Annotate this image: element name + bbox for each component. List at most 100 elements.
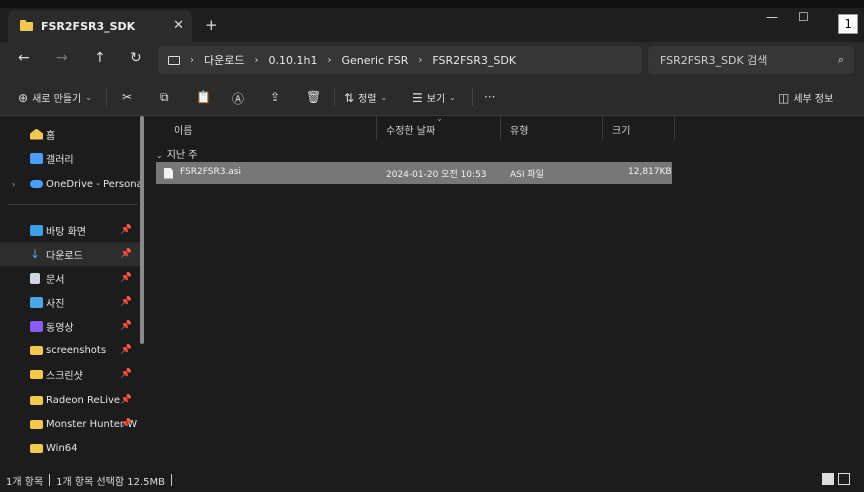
desktop-icon	[30, 224, 43, 236]
pin-icon: 📌	[120, 273, 132, 283]
copy-icon[interactable]: ⧉	[160, 90, 169, 105]
sidebar-item-pictures[interactable]: 사진 📌	[0, 290, 140, 314]
folder-icon	[20, 19, 33, 31]
pin-icon: 📌	[120, 321, 132, 331]
folder-icon	[30, 369, 43, 379]
search-placeholder: FSR2FSR3_SDK 검색	[660, 54, 768, 67]
column-modified[interactable]: 수정한 날짜	[386, 122, 435, 137]
sidebar-item-documents[interactable]: 문서 📌	[0, 266, 140, 290]
minimize-button[interactable]: —	[766, 10, 778, 24]
status-bar: 1개 항목 1개 항목 선택함 12.5MB	[0, 468, 864, 492]
column-divider[interactable]	[602, 116, 603, 140]
chevron-down-icon: ⌄	[156, 151, 163, 160]
tiles-view-icon[interactable]	[838, 473, 850, 485]
column-type[interactable]: 유형	[510, 122, 528, 137]
refresh-button[interactable]: ↻	[130, 50, 142, 66]
pin-icon: 📌	[120, 395, 132, 405]
sidebar-item-label: Win64	[46, 442, 78, 454]
cloud-icon	[30, 180, 43, 188]
status-divider	[49, 474, 51, 486]
sidebar-item-label: 스크린샷	[46, 370, 83, 382]
divider	[106, 88, 107, 106]
close-tab-icon[interactable]: ✕	[173, 18, 184, 33]
column-divider[interactable]	[674, 116, 675, 140]
sort-icon: ⇅	[344, 90, 355, 105]
sidebar-item-onedrive[interactable]: › OneDrive - Personal	[0, 172, 140, 196]
table-row[interactable]: FSR2FSR3.asi 2024-01-20 오전 10:53 ASI 파일 …	[156, 162, 672, 184]
sidebar-item-win64[interactable]: Win64	[0, 436, 140, 460]
sidebar-item-label: OneDrive - Personal	[46, 178, 140, 190]
sidebar-item-label: screenshots	[46, 344, 107, 356]
column-divider[interactable]	[500, 116, 501, 140]
file-name: FSR2FSR3.asi	[180, 167, 241, 177]
chevron-right-icon: ›	[418, 54, 423, 66]
sidebar-item-gallery[interactable]: 갤러리	[0, 146, 140, 170]
chevron-right-icon[interactable]: ›	[12, 180, 15, 189]
pin-icon: 📌	[120, 249, 132, 259]
folder-icon	[30, 345, 43, 355]
document-icon	[30, 272, 40, 284]
column-header-row: 이름 ⌄ 수정한 날짜 유형 크기	[148, 114, 678, 140]
folder-icon	[30, 395, 43, 405]
chevron-down-icon: ⌄	[449, 93, 456, 102]
sidebar-item-monster-hunter[interactable]: Monster Hunter W 📌	[0, 412, 140, 436]
home-icon	[30, 128, 43, 140]
new-label: 새로 만들기	[32, 94, 82, 105]
chevron-right-icon: ›	[254, 54, 259, 66]
tab-fsr2fsr3-sdk[interactable]: FSR2FSR3_SDK ✕	[8, 10, 192, 42]
title-bar: FSR2FSR3_SDK ✕ + — ☐ 1	[0, 0, 864, 42]
pin-icon: 📌	[120, 369, 132, 379]
share-icon[interactable]: ⇪	[270, 90, 280, 104]
chevron-right-icon: ›	[327, 54, 332, 66]
details-pane-button[interactable]: ◫ 세부 정보	[778, 90, 834, 106]
sidebar-item-videos[interactable]: 동영상 📌	[0, 314, 140, 338]
paste-icon[interactable]: 📋	[196, 90, 211, 104]
computer-icon	[168, 55, 180, 65]
breadcrumb-downloads[interactable]: 다운로드	[204, 52, 244, 68]
rename-icon[interactable]: Ⓐ	[232, 90, 244, 107]
maximize-button[interactable]: ☐	[798, 10, 809, 24]
view-button[interactable]: ☰ 보기 ⌄	[412, 90, 456, 106]
breadcrumb-sdk[interactable]: FSR2FSR3_SDK	[432, 54, 516, 67]
sidebar-item-desktop[interactable]: 바탕 화면 📌	[0, 218, 140, 242]
up-button[interactable]: ↑	[94, 50, 106, 66]
plus-circle-icon: ⊕	[18, 90, 29, 105]
status-divider	[171, 474, 173, 486]
sidebar-item-radeon-relive[interactable]: Radeon ReLive 📌	[0, 388, 140, 412]
column-divider[interactable]	[376, 116, 377, 140]
breadcrumb-generic-fsr[interactable]: Generic FSR	[341, 54, 408, 67]
pin-icon: 📌	[120, 297, 132, 307]
sidebar-item-screenshots-kr[interactable]: 스크린샷 📌	[0, 362, 140, 386]
details-view-icon[interactable]	[822, 473, 834, 485]
window-top-edge	[0, 0, 864, 8]
column-size[interactable]: 크기	[612, 122, 630, 137]
sort-button[interactable]: ⇅ 정렬 ⌄	[344, 90, 388, 106]
sidebar-item-label: 다운로드	[46, 250, 83, 262]
forward-button[interactable]: →	[56, 50, 68, 66]
new-button[interactable]: ⊕ 새로 만들기 ⌄	[18, 90, 92, 106]
search-input[interactable]: FSR2FSR3_SDK 검색 ⌕	[648, 46, 854, 74]
pin-icon: 📌	[120, 419, 132, 429]
file-type: ASI 파일	[510, 170, 544, 180]
folder-icon	[30, 419, 43, 429]
chevron-down-icon: ⌄	[380, 93, 388, 102]
delete-icon[interactable]: 🗑	[306, 90, 321, 104]
column-name[interactable]: 이름	[174, 122, 192, 137]
address-bar[interactable]: › 다운로드 › 0.10.1h1 › Generic FSR › FSR2FS…	[158, 46, 642, 74]
details-label: 세부 정보	[793, 94, 834, 105]
more-options-button[interactable]: ···	[484, 90, 495, 104]
cut-icon[interactable]: ✂	[122, 90, 132, 104]
search-icon[interactable]: ⌕	[838, 53, 844, 67]
breadcrumb-version[interactable]: 0.10.1h1	[268, 54, 317, 67]
sidebar-item-label: 사진	[46, 298, 65, 310]
sidebar-item-home[interactable]: 홈	[0, 122, 140, 146]
sidebar-scrollbar[interactable]	[140, 116, 144, 344]
sidebar-item-downloads[interactable]: ↓ 다운로드 📌	[0, 242, 140, 266]
sidebar-item-screenshots[interactable]: screenshots 📌	[0, 338, 140, 362]
divider	[472, 88, 473, 106]
group-header[interactable]: ⌄ 지난 주	[156, 146, 197, 161]
divider	[334, 88, 335, 106]
file-size: 12,817KB	[628, 167, 672, 177]
back-button[interactable]: ←	[18, 50, 30, 66]
new-tab-button[interactable]: +	[205, 16, 218, 34]
